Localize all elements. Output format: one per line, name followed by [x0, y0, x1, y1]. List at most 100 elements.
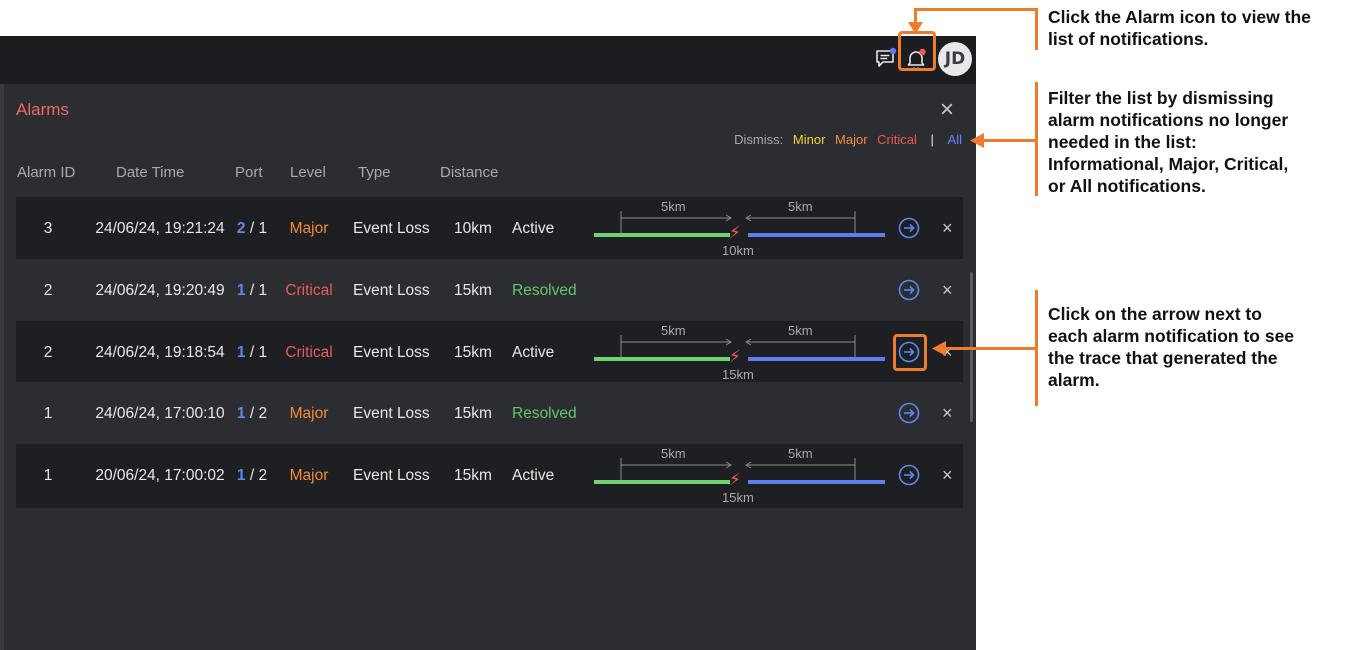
alarm-type: Event Loss [353, 467, 430, 484]
alarm-type: Event Loss [353, 282, 430, 299]
view-trace-arrow-icon[interactable] [898, 217, 920, 239]
alarm-status: Resolved [512, 282, 577, 299]
alarm-datetime: 24/06/24, 17:00:10 [95, 405, 225, 422]
panel-title: Alarms [16, 100, 69, 119]
callout-line [1035, 8, 1038, 50]
column-header-port: Port [235, 164, 263, 181]
alarm-row[interactable]: 1 20/06/24, 17:00:02 1 / 2 Major Event Loss 1… [16, 444, 963, 508]
trace-diagram: 5km 5km ⚡ 15km [592, 321, 888, 385]
trace-segment-before [594, 480, 730, 484]
annotation-alarm-icon: Click the Alarm icon to view the list of… [1048, 7, 1311, 49]
alarm-level: Critical [285, 344, 333, 361]
close-icon[interactable]: × [940, 98, 954, 122]
port-a: 1 [236, 467, 246, 484]
trace-fault-distance: 15km [722, 367, 754, 382]
port-b: 1 [258, 344, 268, 361]
callout-line [914, 8, 1038, 11]
callout-arrowhead [908, 22, 923, 34]
alarm-id: 1 [43, 405, 53, 422]
column-header-date-time: Date Time [116, 164, 185, 181]
dismiss-row-icon[interactable]: × [942, 464, 953, 486]
alarms-panel: Alarms × Dismiss: Minor Major Critical |… [4, 84, 976, 650]
alarm-distance: 15km [454, 405, 492, 422]
alarm-level: Major [289, 220, 329, 237]
dismiss-row-icon[interactable]: × [942, 279, 953, 301]
column-header-type: Type [358, 164, 391, 181]
fault-bolt-icon: ⚡ [729, 223, 741, 242]
alarm-port: 2 / 1 [232, 197, 272, 261]
view-trace-arrow-icon[interactable] [898, 279, 920, 301]
trace-segment-before [594, 357, 730, 361]
top-bar: JD [0, 31, 976, 84]
port-a: 1 [236, 405, 246, 422]
dismiss-row-icon[interactable]: × [942, 217, 953, 239]
callout-arrowhead [932, 341, 946, 356]
callout-line [982, 139, 1037, 142]
dismiss-row-icon[interactable]: × [942, 402, 953, 424]
port-b: 1 [258, 282, 268, 299]
dismiss-all-button[interactable]: All [948, 132, 962, 147]
column-header-distance: Distance [440, 164, 499, 181]
fault-bolt-icon: ⚡ [729, 470, 741, 489]
port-b: 2 [258, 405, 268, 422]
alarm-row[interactable]: 2 24/06/24, 19:20:49 1 / 1 Critical Event Lo… [16, 259, 963, 323]
dismiss-separator: | [930, 132, 934, 147]
dismiss-minor-button[interactable]: Minor [793, 132, 826, 147]
alarm-type: Event Loss [353, 405, 430, 422]
alarm-datetime: 24/06/24, 19:20:49 [95, 282, 225, 299]
alarm-status: Active [512, 467, 555, 484]
port-separator: / [245, 344, 259, 361]
trace-segment-after [748, 480, 885, 484]
port-a: 1 [236, 282, 246, 299]
trace-fault-distance: 10km [722, 243, 754, 258]
port-separator: / [245, 405, 259, 422]
alarm-level: Major [289, 405, 329, 422]
alarm-datetime: 24/06/24, 19:21:24 [95, 220, 225, 237]
fault-bolt-icon: ⚡ [729, 347, 741, 366]
alarm-distance: 15km [454, 282, 492, 299]
bell-icon[interactable] [901, 44, 931, 74]
port-separator: / [245, 467, 259, 484]
port-separator: / [245, 220, 259, 237]
trace-right-distance: 5km [788, 199, 813, 214]
column-header-level: Level [290, 164, 326, 181]
trace-segment-before [594, 233, 730, 237]
view-trace-arrow-icon[interactable] [898, 464, 920, 486]
view-trace-arrow-icon[interactable] [898, 402, 920, 424]
trace-left-distance: 5km [661, 323, 686, 338]
trace-left-distance: 5km [661, 446, 686, 461]
alarm-status: Active [512, 220, 555, 237]
alarm-port: 1 / 1 [232, 259, 272, 323]
alarm-port: 1 / 2 [232, 382, 272, 446]
dismiss-major-button[interactable]: Major [835, 132, 868, 147]
avatar[interactable]: JD [938, 42, 972, 76]
port-separator: / [245, 282, 259, 299]
trace-left-distance: 5km [661, 199, 686, 214]
alarm-type: Event Loss [353, 344, 430, 361]
alarm-distance: 10km [454, 220, 492, 237]
alarm-id: 3 [43, 220, 53, 237]
annotation-filter: Filter the list by dismissing alarm noti… [1048, 88, 1289, 196]
alarm-row[interactable]: 1 24/06/24, 17:00:10 1 / 2 Major Event Loss 1… [16, 382, 963, 446]
alarm-distance: 15km [454, 344, 492, 361]
alarm-status: Active [512, 344, 555, 361]
trace-segment-after [748, 233, 885, 237]
port-a: 1 [236, 344, 246, 361]
dismiss-critical-button[interactable]: Critical [877, 132, 917, 147]
callout-line [944, 347, 1037, 350]
app-window: JD Alarms × Dismiss: Minor Major Critica… [0, 31, 976, 650]
trace-fault-distance: 15km [722, 490, 754, 505]
column-header-alarm-id: Alarm ID [17, 164, 76, 181]
alarm-row[interactable]: 3 24/06/24, 19:21:24 2 / 1 Major Event Loss 1… [16, 197, 963, 261]
alarm-distance: 15km [454, 467, 492, 484]
alarm-port: 1 / 2 [232, 444, 272, 508]
alarm-row[interactable]: 2 24/06/24, 19:18:54 1 / 1 Critical Event Lo… [16, 321, 963, 385]
trace-segment-after [748, 357, 885, 361]
trace-diagram: 5km 5km ⚡ 15km [592, 444, 888, 508]
annotation-arrow: Click on the arrow next to each alarm no… [1048, 304, 1295, 390]
dismiss-label: Dismiss: [734, 132, 784, 147]
alarm-level: Major [289, 467, 329, 484]
chat-icon[interactable] [870, 44, 900, 74]
port-b: 1 [258, 220, 268, 237]
view-trace-arrow-icon[interactable] [898, 341, 920, 363]
